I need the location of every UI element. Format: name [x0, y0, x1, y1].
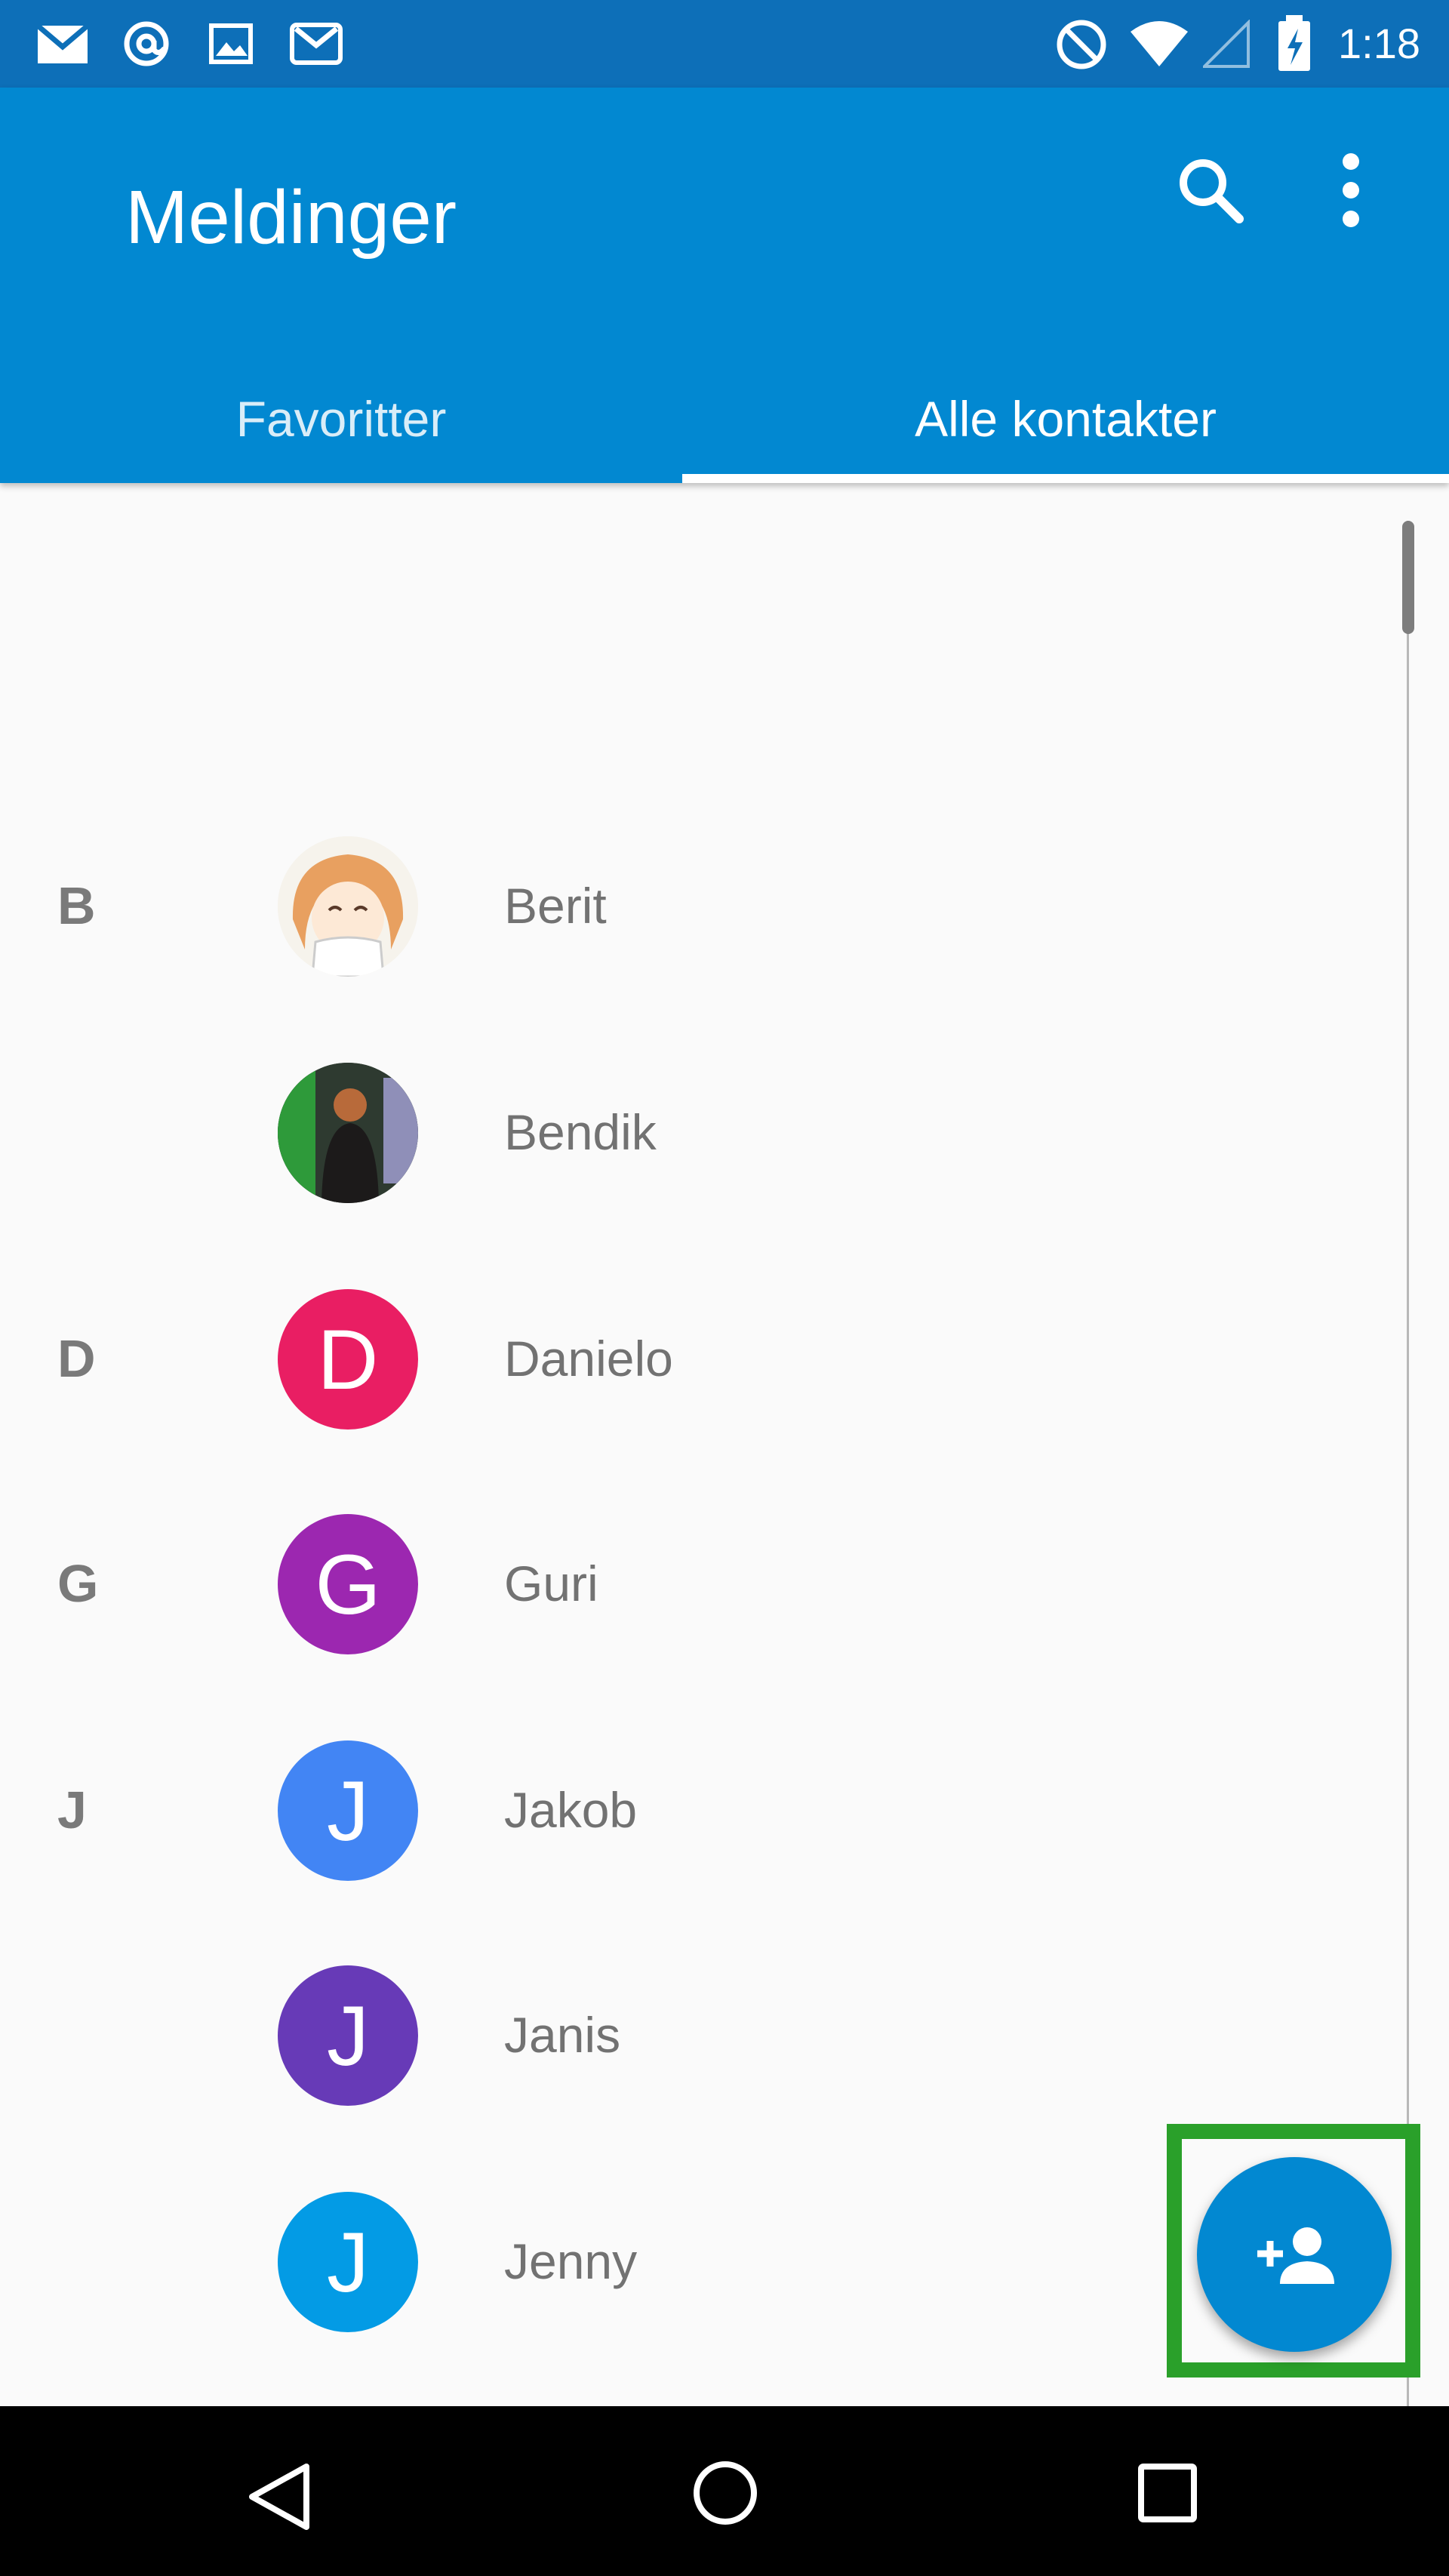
back-icon[interactable] — [246, 2462, 312, 2531]
avatar[interactable]: J — [278, 2192, 418, 2332]
section-letter — [57, 2231, 118, 2291]
avatar-photo — [278, 836, 418, 977]
recents-icon[interactable] — [1138, 2464, 1197, 2522]
home-icon[interactable] — [691, 2459, 759, 2527]
contact-list[interactable]: B Berit Bendik D D Danielo G G Guri J J … — [0, 483, 1449, 2406]
section-letter: B — [57, 876, 96, 935]
avatar[interactable]: G — [278, 1514, 418, 1654]
search-icon[interactable] — [1173, 152, 1248, 228]
page-title: Meldinger — [125, 175, 457, 260]
avatar[interactable] — [278, 836, 418, 977]
contact-name: Jakob — [504, 1782, 638, 1838]
avatar[interactable]: J — [278, 1740, 418, 1881]
more-vert-icon[interactable] — [1330, 151, 1372, 229]
contact-name: Berit — [504, 878, 607, 934]
add-person-icon — [1257, 2227, 1334, 2284]
status-bar: 1:18 — [0, 0, 1449, 88]
tab-favoritter[interactable]: Favoritter — [0, 355, 682, 483]
section-letter — [57, 1102, 118, 1162]
tab-alle-kontakter[interactable]: Alle kontakter — [682, 355, 1449, 483]
section-letter: G — [57, 1554, 99, 1613]
signal-icon — [1203, 20, 1250, 68]
avatar[interactable] — [278, 1063, 418, 1203]
avatar[interactable]: D — [278, 1289, 418, 1430]
list-item[interactable]: D D Danielo — [0, 1260, 1389, 1457]
wifi-icon — [1131, 21, 1188, 66]
section-letter: J — [57, 1780, 87, 1839]
list-item[interactable]: B Berit — [0, 808, 1389, 1004]
contact-name: Bendik — [504, 1104, 657, 1160]
do-not-disturb-icon — [1057, 20, 1106, 69]
contact-name: Janis — [504, 2007, 621, 2063]
list-item[interactable]: J Janis — [0, 1937, 1389, 2133]
list-item[interactable]: Bendik — [0, 1034, 1389, 1230]
list-item[interactable]: J J Jakob — [0, 1712, 1389, 1908]
contact-name: Danielo — [504, 1331, 673, 1386]
contact-name: Jenny — [504, 2233, 638, 2289]
tab-indicator — [682, 474, 1449, 483]
scrollbar-thumb[interactable] — [1402, 521, 1414, 634]
email-icon — [35, 23, 90, 63]
app-bar: Meldinger Favoritter Alle kontakter — [0, 88, 1449, 483]
contact-name: Guri — [504, 1556, 598, 1611]
status-time: 1:18 — [1338, 20, 1420, 67]
image-icon — [209, 23, 253, 64]
section-letter: D — [57, 1329, 96, 1388]
avatar[interactable]: J — [278, 1965, 418, 2106]
at-icon — [124, 21, 169, 66]
list-item[interactable]: G G Guri — [0, 1485, 1389, 1682]
nav-bar — [0, 2406, 1449, 2576]
section-letter — [57, 2005, 118, 2065]
avatar-photo — [278, 1063, 418, 1203]
battery-charging-icon — [1278, 15, 1310, 71]
add-contact-button[interactable] — [1197, 2157, 1392, 2352]
gmail-icon — [290, 23, 343, 65]
